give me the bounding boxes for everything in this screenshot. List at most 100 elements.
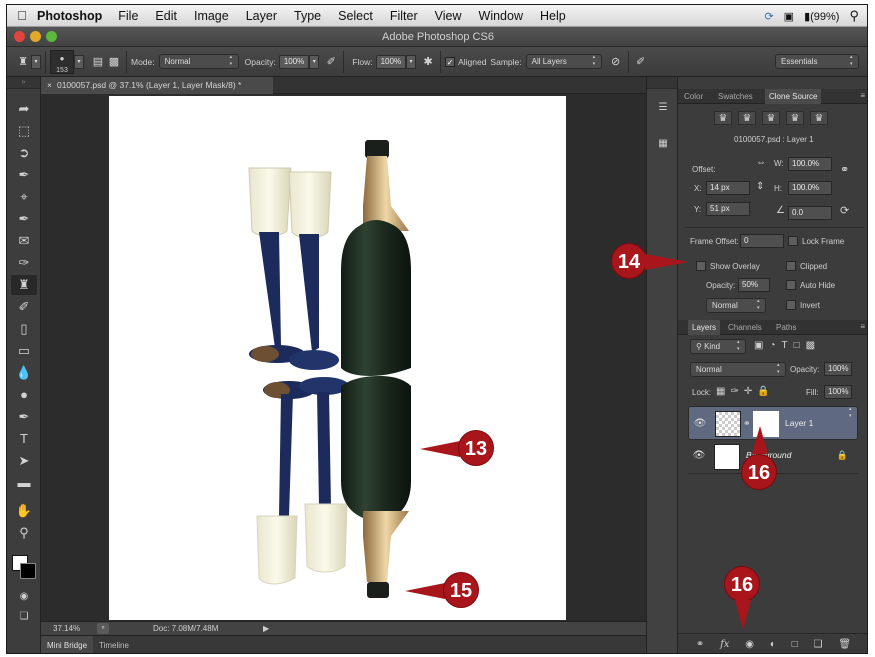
menu-edit[interactable]: Edit (155, 9, 177, 23)
lock-frame-checkbox[interactable] (788, 236, 798, 246)
app-menu[interactable]: Photoshop (37, 9, 102, 23)
zoom-window-button[interactable] (46, 31, 57, 42)
apple-menu-icon[interactable]:  (7, 8, 37, 23)
close-tab-icon[interactable]: × (47, 80, 52, 90)
document-tab[interactable]: × 0100057.psd @ 37.1% (Layer 1, Layer Mas… (41, 77, 273, 94)
layer-style-icon[interactable]: fx (720, 639, 729, 650)
healing-brush-tool-icon[interactable]: ✉ (11, 231, 37, 251)
minimize-window-button[interactable] (30, 31, 41, 42)
type-tool-icon[interactable]: T (11, 429, 37, 449)
clone-stamp-tool-icon[interactable]: ♜ (11, 275, 37, 295)
add-layer-mask-icon[interactable]: ◉ (745, 639, 754, 650)
tab-mini-bridge[interactable]: Mini Bridge (41, 636, 94, 653)
y-offset-field[interactable]: 51 px (706, 202, 750, 216)
ignore-adjustment-layers-icon[interactable]: ⊘ (608, 54, 624, 70)
background-thumbnail[interactable] (714, 444, 740, 470)
flip-vertical-icon[interactable]: ⇕ (756, 181, 764, 192)
brush-preset-picker[interactable]: ● 153 (50, 49, 74, 74)
sample-select[interactable]: All Layers (525, 54, 602, 69)
dock-grip[interactable] (647, 77, 677, 89)
aligned-checkbox[interactable]: ✓ (445, 56, 456, 67)
opacity-field[interactable]: 100% (278, 54, 310, 69)
overlay-opacity-field[interactable]: 50% (738, 278, 770, 292)
brush-dropdown[interactable]: ▾ (74, 54, 84, 69)
clone-source-3-icon[interactable]: ♛ (762, 111, 780, 125)
path-selection-tool-icon[interactable]: ➤ (11, 451, 37, 471)
pressure-opacity-icon[interactable]: ✐ (323, 54, 339, 70)
workspace-select[interactable]: Essentials (775, 54, 859, 69)
menu-file[interactable]: File (118, 9, 138, 23)
link-scale-icon[interactable]: ⚭ (840, 163, 849, 176)
document-canvas[interactable] (109, 96, 566, 620)
rectangle-tool-icon[interactable]: ▬ (11, 473, 37, 493)
flow-field[interactable]: 100% (375, 54, 407, 69)
width-scale-field[interactable]: 100.0% (788, 157, 832, 171)
tab-layers[interactable]: Layers (688, 320, 721, 335)
clipped-checkbox[interactable] (786, 261, 796, 271)
zoom-level[interactable]: 37.14% (53, 622, 80, 635)
flow-slider-dropdown[interactable]: ▾ (406, 54, 417, 69)
layer-name[interactable]: Layer 1 (785, 417, 813, 430)
rotation-field[interactable]: 0.0 (788, 206, 832, 220)
tab-clone-source[interactable]: Clone Source (765, 89, 822, 104)
clone-source-panel-toggle-icon[interactable]: ▩ (106, 54, 122, 70)
mode-select[interactable]: Normal (158, 54, 239, 69)
reset-transform-icon[interactable]: ⟳ (840, 204, 849, 217)
move-tool-icon[interactable]: ➦ (11, 99, 37, 119)
spotlight-search-icon[interactable]: ⚲ (849, 8, 859, 24)
quick-mask-icon[interactable]: ◉ (11, 587, 37, 607)
lock-options-icons[interactable]: ▦✑✛🔒 (716, 386, 775, 397)
background-color-swatch[interactable] (20, 563, 36, 579)
menu-layer[interactable]: Layer (246, 9, 277, 23)
history-panel-icon[interactable]: ☰ (653, 99, 673, 117)
layer-thumbnail[interactable] (715, 411, 741, 437)
eyedropper-tool-icon[interactable]: ✒ (11, 209, 37, 229)
fill-field[interactable]: 100% (824, 385, 852, 399)
link-layers-icon[interactable]: ⚭ (696, 639, 704, 650)
overlay-blend-select[interactable]: Normal (706, 298, 766, 313)
sync-icon[interactable]: ⟳ (764, 10, 773, 23)
frame-offset-field[interactable]: 0 (740, 234, 784, 248)
status-info-icon[interactable]: ⚬ (97, 623, 109, 634)
display-icon[interactable]: ▣ (784, 10, 794, 23)
battery-icon[interactable]: ▮(99%) (804, 10, 839, 23)
history-brush-tool-icon[interactable]: ✐ (11, 297, 37, 317)
menu-view[interactable]: View (435, 9, 462, 23)
tab-paths[interactable]: Paths (772, 320, 800, 335)
hand-tool-icon[interactable]: ✋ (11, 501, 37, 521)
new-group-icon[interactable]: □ (792, 639, 798, 650)
menu-filter[interactable]: Filter (390, 9, 418, 23)
height-scale-field[interactable]: 100.0% (788, 181, 832, 195)
close-window-button[interactable] (14, 31, 25, 42)
tool-preset-dropdown[interactable]: ▾ (31, 54, 41, 69)
canvas-area[interactable] (41, 94, 646, 621)
eraser-tool-icon[interactable]: ▯ (11, 319, 37, 339)
pressure-size-icon[interactable]: ✐ (633, 54, 649, 70)
clone-stamp-tool-icon[interactable]: ♜ (15, 54, 31, 70)
clone-source-2-icon[interactable]: ♛ (738, 111, 756, 125)
clone-source-1-icon[interactable]: ♛ (714, 111, 732, 125)
lasso-tool-icon[interactable]: ➲ (11, 143, 37, 163)
menu-window[interactable]: Window (479, 9, 523, 23)
menu-select[interactable]: Select (338, 9, 373, 23)
invert-checkbox[interactable] (786, 300, 796, 310)
layer-opacity-field[interactable]: 100% (824, 362, 852, 376)
tab-timeline[interactable]: Timeline (93, 636, 135, 653)
airbrush-icon[interactable]: ✱ (420, 54, 436, 70)
brush-tool-icon[interactable]: ✑ (11, 253, 37, 273)
gradient-tool-icon[interactable]: ▭ (11, 341, 37, 361)
marquee-tool-icon[interactable]: ⬚ (11, 121, 37, 141)
tools-panel-grip[interactable]: » (7, 77, 40, 89)
brush-panel-toggle-icon[interactable]: ▤ (90, 54, 106, 70)
new-layer-icon[interactable]: ❏ (814, 639, 823, 650)
clone-source-4-icon[interactable]: ♛ (786, 111, 804, 125)
tab-swatches[interactable]: Swatches (714, 89, 757, 104)
flip-horizontal-icon[interactable]: ⇔ (756, 157, 766, 168)
menu-help[interactable]: Help (540, 9, 566, 23)
status-menu-arrow-icon[interactable]: ▶ (263, 622, 269, 635)
pen-tool-icon[interactable]: ✒ (11, 407, 37, 427)
visibility-eye-icon[interactable]: 👁 (692, 450, 706, 464)
visibility-eye-icon[interactable]: 👁 (693, 417, 707, 431)
properties-panel-icon[interactable]: ▦ (653, 135, 673, 153)
crop-tool-icon[interactable]: ⌖ (11, 187, 37, 207)
